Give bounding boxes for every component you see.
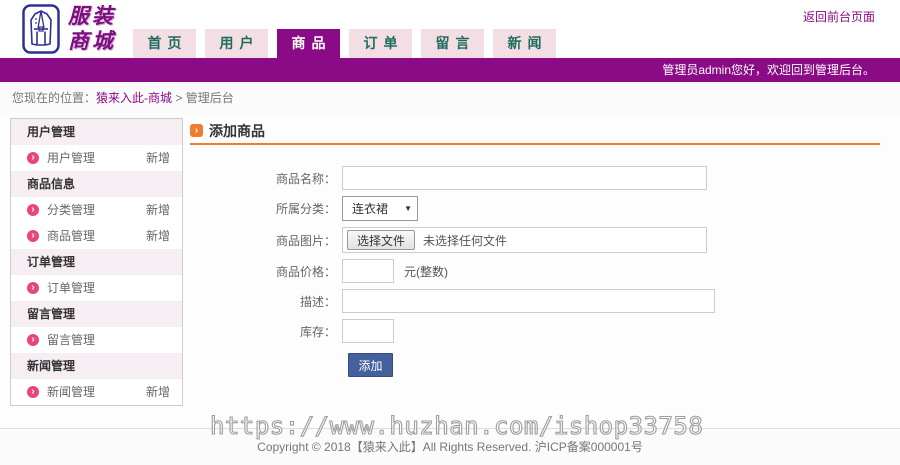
breadcrumb-current: 管理后台 (185, 91, 234, 105)
sidebar-section-user: 用户管理 (11, 119, 182, 145)
arrow-bullet-icon: › (27, 386, 39, 398)
sidebar: 用户管理 › 用户管理 新增 商品信息 › 分类管理 新增 › 商品管理 新增 … (10, 118, 183, 406)
tab-products[interactable]: 商品 (277, 29, 340, 58)
file-status-text: 未选择任何文件 (423, 233, 508, 248)
tab-messages[interactable]: 留言 (421, 29, 484, 58)
product-name-input[interactable] (342, 166, 707, 190)
stock-input[interactable] (342, 319, 394, 343)
coat-logo-icon (22, 4, 60, 54)
breadcrumb: 您现在的位置：猿来入此-商城 > 管理后台 (0, 82, 900, 114)
category-selected-value: 连衣裙 (352, 202, 389, 216)
page-title: 添加商品 (209, 122, 265, 139)
section-title: 商品信息 (27, 177, 76, 191)
product-image-file-input[interactable]: 选择文件 未选择任何文件 (342, 227, 707, 253)
top-header: 服装 商城 返回前台页面 首页 用户 商品 订单 留言 新闻 (0, 0, 900, 58)
main-content: › 添加商品 商品名称： 所属分类： 连衣裙 ▼ 商品图片： 选择文件 未选择任… (190, 118, 880, 383)
arrow-bullet-icon: › (27, 204, 39, 216)
sidebar-item-label[interactable]: 留言管理 (47, 333, 95, 347)
form-row-submit: 添加 (190, 353, 880, 377)
sidebar-section-product-info: 商品信息 (11, 171, 182, 197)
choose-file-button[interactable]: 选择文件 (347, 230, 416, 250)
section-title: 留言管理 (27, 307, 76, 321)
tab-news[interactable]: 新闻 (493, 29, 556, 58)
description-input[interactable] (342, 289, 715, 313)
sidebar-item-category-management[interactable]: › 分类管理 新增 (11, 197, 182, 223)
tab-users[interactable]: 用户 (205, 29, 268, 58)
logo: 服装 商城 (22, 4, 116, 54)
sidebar-item-news-management[interactable]: › 新闻管理 新增 (11, 379, 182, 405)
sidebar-item-label[interactable]: 新闻管理 (47, 385, 95, 399)
product-price-input[interactable] (342, 259, 394, 283)
form-row-category: 所属分类： 连衣裙 ▼ (190, 196, 880, 221)
sidebar-section-orders: 订单管理 (11, 249, 182, 275)
sidebar-item-label[interactable]: 商品管理 (47, 229, 95, 243)
admin-welcome-bar: 管理员admin您好，欢迎回到管理后台。 (0, 58, 900, 82)
section-title: 用户管理 (27, 125, 76, 139)
breadcrumb-prefix: 您现在的位置： (12, 91, 97, 105)
logo-line1: 服装 (68, 5, 116, 28)
product-price-label: 商品价格： (275, 264, 336, 279)
add-product-form: 商品名称： 所属分类： 连衣裙 ▼ 商品图片： 选择文件 未选择任何文件 商品价… (190, 166, 880, 377)
form-row-name: 商品名称： (190, 166, 880, 190)
return-frontend-link[interactable]: 返回前台页面 (803, 8, 875, 25)
orange-arrow-icon: › (190, 124, 203, 137)
add-new-link[interactable]: 新增 (146, 197, 170, 223)
tab-home[interactable]: 首页 (133, 29, 196, 58)
sidebar-item-label[interactable]: 用户管理 (47, 151, 95, 165)
main-nav: 首页 用户 商品 订单 留言 新闻 (133, 29, 556, 58)
breadcrumb-separator: > (175, 91, 183, 105)
watermark-text: https://www.huzhan.com/ishop33758 (209, 411, 704, 440)
price-unit-text: 元(整数) (404, 264, 448, 279)
sidebar-item-order-management[interactable]: › 订单管理 (11, 275, 182, 301)
logo-text: 服装 商城 (68, 4, 116, 54)
form-row-description: 描述： (190, 289, 880, 313)
form-row-price: 商品价格： 元(整数) (190, 259, 880, 283)
description-label: 描述： (299, 294, 336, 309)
add-new-link[interactable]: 新增 (146, 145, 170, 171)
section-title: 新闻管理 (27, 359, 76, 373)
sidebar-item-message-management[interactable]: › 留言管理 (11, 327, 182, 353)
add-new-link[interactable]: 新增 (146, 223, 170, 249)
arrow-bullet-icon: › (27, 230, 39, 242)
add-submit-button[interactable]: 添加 (348, 353, 393, 377)
sidebar-section-news: 新闻管理 (11, 353, 182, 379)
page-title-bar: › 添加商品 (190, 118, 880, 145)
logo-line2: 商城 (68, 30, 116, 53)
admin-welcome-text: 管理员admin您好，欢迎回到管理后台。 (662, 63, 875, 77)
sidebar-item-user-management[interactable]: › 用户管理 新增 (11, 145, 182, 171)
dropdown-arrow-icon: ▼ (404, 204, 412, 213)
section-title: 订单管理 (27, 255, 76, 269)
form-row-stock: 库存： (190, 319, 880, 343)
tab-orders[interactable]: 订单 (349, 29, 412, 58)
sidebar-item-label[interactable]: 分类管理 (47, 203, 95, 217)
arrow-bullet-icon: › (27, 152, 39, 164)
sidebar-item-label[interactable]: 订单管理 (47, 281, 95, 295)
breadcrumb-link[interactable]: 猿来入此-商城 (96, 91, 172, 105)
category-select[interactable]: 连衣裙 ▼ (342, 196, 418, 221)
stock-label: 库存： (299, 324, 336, 339)
arrow-bullet-icon: › (27, 334, 39, 346)
product-image-label: 商品图片： (275, 233, 336, 248)
arrow-bullet-icon: › (27, 282, 39, 294)
form-row-image: 商品图片： 选择文件 未选择任何文件 (190, 227, 880, 253)
sidebar-item-product-management[interactable]: › 商品管理 新增 (11, 223, 182, 249)
add-new-link[interactable]: 新增 (146, 379, 170, 405)
product-name-label: 商品名称： (275, 171, 336, 186)
category-label: 所属分类： (275, 202, 336, 216)
sidebar-section-messages: 留言管理 (11, 301, 182, 327)
